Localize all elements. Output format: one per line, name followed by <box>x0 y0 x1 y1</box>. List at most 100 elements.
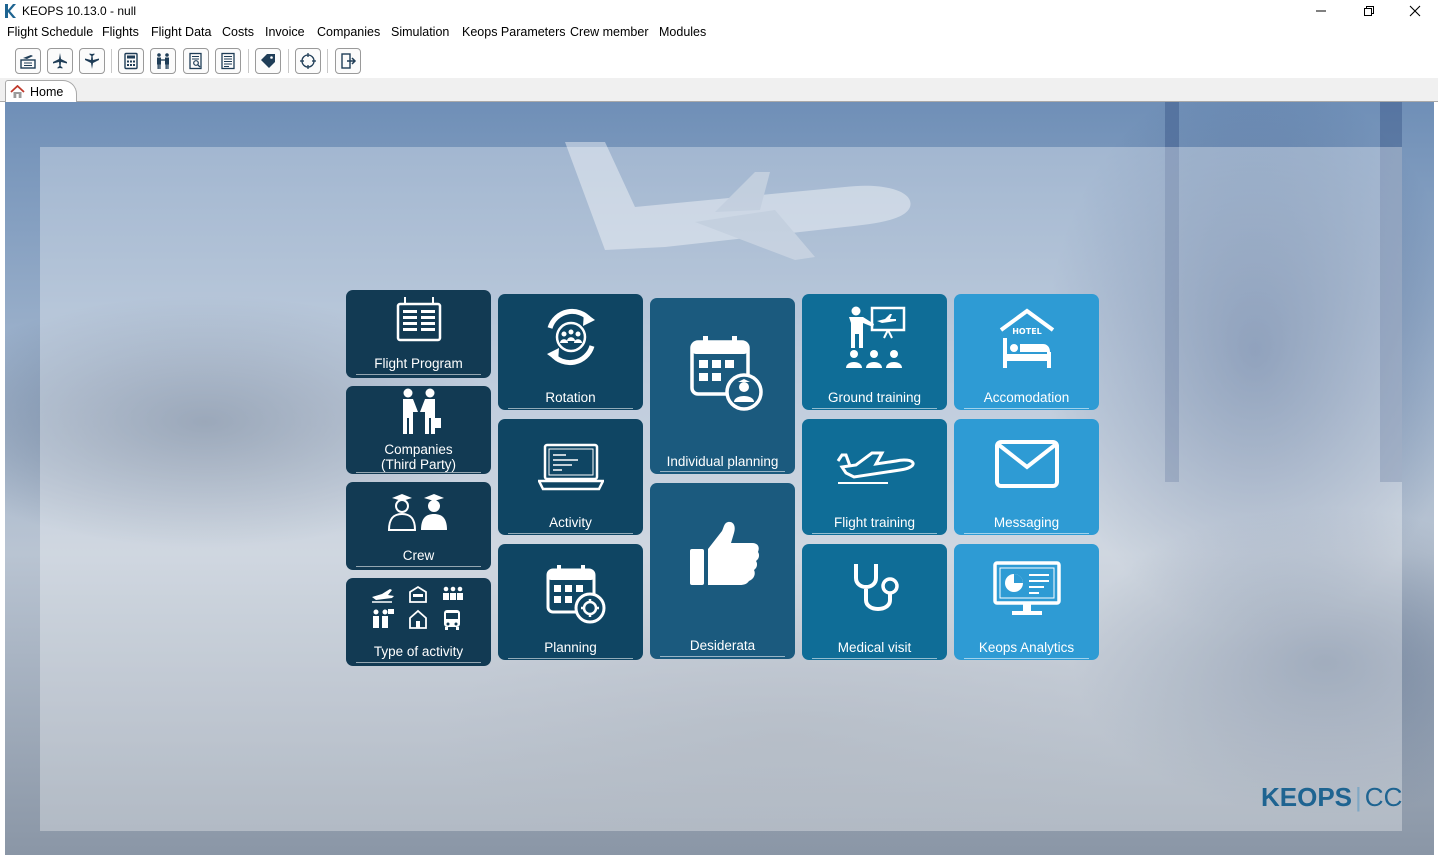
home-dashboard: Flight Program Companies (Third Party) C… <box>5 102 1434 855</box>
menu-keops-parameters[interactable]: Keops Parameters <box>462 25 566 39</box>
tile-divider <box>660 471 785 472</box>
window-title: KEOPS 10.13.0 - null <box>22 4 137 18</box>
flight-schedule-button[interactable] <box>15 48 41 74</box>
tile-accomodation[interactable]: HOTEL Accomodation <box>954 294 1099 410</box>
tile-companies-sublabel: (Third Party) <box>380 457 456 472</box>
business-handshake-icon <box>403 388 441 434</box>
target-icon <box>300 53 316 69</box>
tile-flight-training[interactable]: Flight training <box>802 419 947 535</box>
tile-flight-program-label: Flight Program <box>374 356 463 371</box>
report-search-icon <box>189 52 202 70</box>
calculator-button[interactable] <box>118 48 144 74</box>
tile-flight-program[interactable]: Flight Program <box>346 290 491 378</box>
toolbar-separator <box>327 49 328 73</box>
calculator-icon <box>124 52 138 70</box>
restore-icon <box>1364 6 1374 16</box>
tile-planning[interactable]: Planning <box>498 544 643 660</box>
menu-flight-data[interactable]: Flight Data <box>151 25 211 39</box>
menu-costs[interactable]: Costs <box>222 25 254 39</box>
tile-type-of-activity[interactable]: Type of activity <box>346 578 491 666</box>
tile-divider <box>508 658 633 659</box>
exit-button[interactable] <box>335 48 361 74</box>
tile-companies[interactable]: Companies (Third Party) <box>346 386 491 474</box>
tile-medical-visit[interactable]: Medical visit <box>802 544 947 660</box>
report-list-icon <box>221 52 235 70</box>
tile-crew[interactable]: Crew <box>346 482 491 570</box>
tab-home[interactable]: Home <box>5 80 77 103</box>
tile-ground-training[interactable]: Ground training <box>802 294 947 410</box>
target-button[interactable] <box>295 48 321 74</box>
activity-types-icon <box>372 585 463 630</box>
tab-strip: Home <box>0 78 1438 103</box>
home-icon <box>10 85 25 98</box>
tile-messaging-label: Messaging <box>993 515 1060 530</box>
keops-brand-logo: KEOPS | CC <box>1261 782 1402 813</box>
menu-companies[interactable]: Companies <box>317 25 380 39</box>
tile-planning-label: Planning <box>544 640 597 655</box>
tag-button[interactable] <box>255 48 281 74</box>
tile-individual-planning[interactable]: Individual planning <box>650 298 795 474</box>
companies-icon <box>157 53 169 69</box>
tile-rotation-label: Rotation <box>545 390 596 405</box>
tile-desiderata[interactable]: Desiderata <box>650 483 795 659</box>
tile-divider <box>964 408 1089 409</box>
tile-divider <box>964 533 1089 534</box>
stethoscope-icon <box>854 564 899 611</box>
menu-bar: Flight Schedule Flights Flight Data Cost… <box>0 23 1438 43</box>
tile-accomodation-label: Accomodation <box>983 390 1070 405</box>
tile-messaging[interactable]: Messaging <box>954 419 1099 535</box>
tile-rotation[interactable]: Rotation <box>498 294 643 410</box>
keops-logo-icon <box>5 4 16 18</box>
toolbar-separator <box>248 49 249 73</box>
tile-keops-analytics[interactable]: Keops Analytics <box>954 544 1099 660</box>
tile-crew-label: Crew <box>402 548 435 563</box>
flights-button[interactable] <box>47 48 73 74</box>
menu-invoice[interactable]: Invoice <box>265 25 305 39</box>
report-list-button[interactable] <box>215 48 241 74</box>
toolbar-separator <box>288 49 289 73</box>
tile-medical-visit-label: Medical visit <box>837 640 912 655</box>
menu-flights[interactable]: Flights <box>102 25 139 39</box>
tile-ground-training-label: Ground training <box>827 390 922 405</box>
toolbar <box>0 44 1438 78</box>
flight-down-button[interactable] <box>79 48 105 74</box>
flight-schedule-icon <box>20 55 36 69</box>
close-button[interactable] <box>1392 0 1438 22</box>
thumbs-up-icon <box>690 521 760 585</box>
tile-activity[interactable]: Activity <box>498 419 643 535</box>
tile-divider <box>356 472 481 473</box>
crew-pilots-icon <box>387 494 447 531</box>
tab-home-label: Home <box>30 85 64 99</box>
minimize-icon <box>1316 10 1326 12</box>
airplane-icon <box>53 53 67 69</box>
exit-icon <box>341 53 357 69</box>
brand-suffix: CC <box>1364 782 1403 812</box>
departure-board-icon <box>396 297 442 342</box>
restore-button[interactable] <box>1346 0 1392 22</box>
tile-activity-label: Activity <box>549 515 592 530</box>
brand-separator: | <box>1355 782 1362 812</box>
tile-divider <box>356 566 481 567</box>
menu-crew-member[interactable]: Crew member <box>570 25 649 39</box>
minimize-button[interactable] <box>1298 0 1344 22</box>
tile-type-of-activity-label: Type of activity <box>373 644 464 659</box>
tag-icon <box>261 54 275 68</box>
tile-divider <box>812 658 937 659</box>
envelope-icon <box>995 440 1059 488</box>
calendar-gear-icon <box>546 565 606 624</box>
flight-down-icon <box>85 53 99 69</box>
menu-flight-schedule[interactable]: Flight Schedule <box>7 25 93 39</box>
tile-divider <box>964 658 1089 659</box>
tile-divider <box>812 533 937 534</box>
classroom-training-icon <box>846 306 906 368</box>
brand-name: KEOPS <box>1261 782 1353 812</box>
tile-keops-analytics-label: Keops Analytics <box>978 640 1075 655</box>
tile-divider <box>508 408 633 409</box>
tile-divider <box>660 656 785 657</box>
report-search-button[interactable] <box>183 48 209 74</box>
tile-desiderata-label: Desiderata <box>689 638 756 653</box>
laptop-icon <box>538 443 604 491</box>
menu-simulation[interactable]: Simulation <box>391 25 449 39</box>
companies-button[interactable] <box>150 48 176 74</box>
menu-modules[interactable]: Modules <box>659 25 706 39</box>
